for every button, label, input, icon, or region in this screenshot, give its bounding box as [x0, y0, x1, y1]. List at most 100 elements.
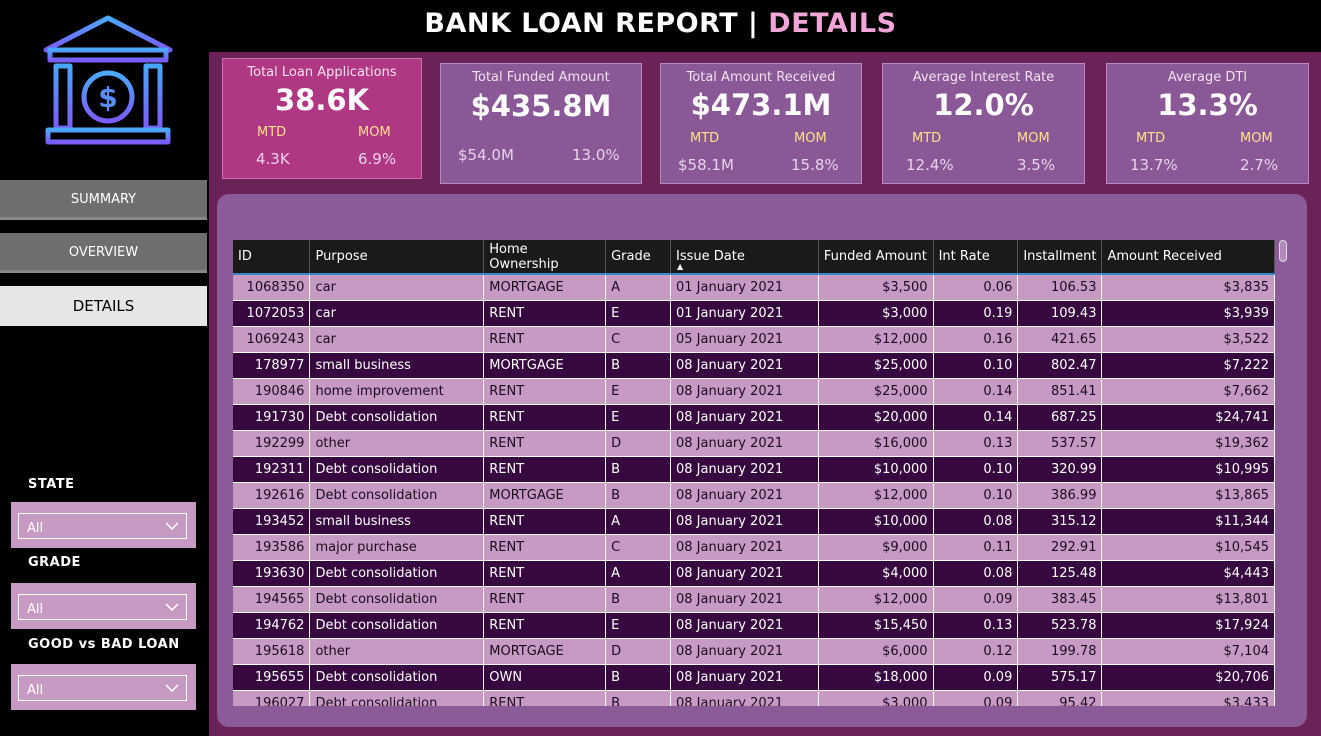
kpi-average-dti[interactable]: Average DTI 13.3% MTD MOM 13.7% 2.7% — [1106, 63, 1309, 184]
nav-summary-button[interactable]: SUMMARY — [0, 180, 207, 220]
column-header-home-ownership[interactable]: Home Ownership — [483, 240, 607, 274]
details-table-panel: ID Purpose Home Ownership Grade Issue Date ▲ F… — [217, 194, 1307, 727]
table-row[interactable]: 190846 home improvement RENT E 08 January 20… — [233, 378, 1275, 405]
table-cell-int-rate: 0.08 — [933, 560, 1019, 587]
kpi-mtd-value: $54.0M — [458, 146, 514, 164]
table-row[interactable]: 1068350 car MORTGAGE A 01 January 2021 $3,500… — [233, 274, 1275, 301]
table-cell-id: 1069243 — [233, 326, 311, 353]
table-cell-home-ownership: RENT — [483, 560, 607, 587]
column-header-installment[interactable]: Installment — [1017, 240, 1103, 274]
table-row[interactable]: 192299 other RENT D 08 January 2021 $16,000 0.… — [233, 430, 1275, 457]
table-cell-funded-amount: $9,000 — [818, 534, 934, 561]
table-cell-amount-received: $17,924 — [1101, 612, 1275, 639]
table-cell-amount-received: $13,801 — [1101, 586, 1275, 613]
table-row[interactable]: 193586 major purchase RENT C 08 January 2021… — [233, 534, 1275, 561]
nav-details-button[interactable]: DETAILS — [0, 286, 207, 326]
table-cell-grade: E — [605, 378, 671, 405]
kpi-total-funded-amount[interactable]: Total Funded Amount $435.8M $54.0M 13.0% — [440, 63, 642, 184]
table-row[interactable]: 192311 Debt consolidation RENT B 08 January … — [233, 456, 1275, 483]
chevron-down-icon — [165, 603, 179, 612]
table-row[interactable]: 195618 other MORTGAGE D 08 January 2021 $6,00… — [233, 638, 1275, 665]
table-cell-id: 192616 — [233, 482, 311, 509]
grade-filter-label: GRADE — [28, 555, 81, 570]
loan-filter-label: GOOD vs BAD LOAN — [28, 637, 180, 652]
table-cell-installment: 125.48 — [1017, 560, 1103, 587]
table-cell-funded-amount: $3,000 — [818, 300, 934, 327]
table-row[interactable]: 191730 Debt consolidation RENT E 08 January … — [233, 404, 1275, 431]
grade-dropdown[interactable]: All — [18, 594, 187, 620]
table-cell-home-ownership: RENT — [483, 586, 607, 613]
kpi-value: $435.8M — [470, 89, 612, 123]
table-cell-grade: B — [605, 352, 671, 379]
table-cell-installment: 292.91 — [1017, 534, 1103, 561]
column-header-amount-received[interactable]: Amount Received — [1101, 240, 1275, 274]
table-cell-home-ownership: MORTGAGE — [483, 482, 607, 509]
kpi-mtd-value: 4.3K — [256, 150, 290, 168]
table-row[interactable]: 1069243 car RENT C 05 January 2021 $12,000 0.1… — [233, 326, 1275, 353]
table-cell-home-ownership: RENT — [483, 456, 607, 483]
kpi-mom-value: 13.0% — [572, 146, 620, 164]
table-cell-purpose: home improvement — [309, 378, 485, 405]
kpi-total-loan-applications[interactable]: Total Loan Applications 38.6K MTD MOM 4.… — [222, 58, 422, 179]
kpi-title: Average Interest Rate — [912, 70, 1055, 85]
table-row[interactable]: 178977 small business MORTGAGE B 08 January … — [233, 352, 1275, 379]
column-header-purpose[interactable]: Purpose — [309, 240, 485, 274]
column-header-issue-date[interactable]: Issue Date ▲ — [670, 240, 819, 274]
kpi-average-interest-rate[interactable]: Average Interest Rate 12.0% MTD MOM 12.4… — [882, 63, 1085, 184]
table-row[interactable]: 195655 Debt consolidation OWN B 08 January 2… — [233, 664, 1275, 691]
kpi-title: Total Loan Applications — [247, 65, 397, 80]
table-cell-int-rate: 0.11 — [933, 534, 1019, 561]
kpi-mom-label: MOM — [358, 125, 391, 140]
table-scrollbar[interactable] — [1279, 240, 1287, 706]
table-cell-grade: B — [605, 456, 671, 483]
table-cell-issue-date: 01 January 2021 — [670, 274, 819, 301]
kpi-value: 38.6K — [274, 83, 370, 117]
table-cell-id: 192311 — [233, 456, 311, 483]
column-header-id[interactable]: ID — [233, 240, 311, 274]
loan-dropdown[interactable]: All — [18, 675, 187, 701]
table-cell-amount-received: $3,939 — [1101, 300, 1275, 327]
table-cell-int-rate: 0.13 — [933, 612, 1019, 639]
table-cell-id: 1068350 — [233, 274, 311, 301]
column-header-grade[interactable]: Grade — [605, 240, 671, 274]
sort-ascending-icon: ▲ — [677, 262, 684, 271]
column-header-int-rate[interactable]: Int Rate — [933, 240, 1019, 274]
table-cell-id: 195655 — [233, 664, 311, 691]
grade-dropdown-value: All — [27, 602, 44, 617]
chevron-down-icon — [165, 522, 179, 531]
table-cell-grade: D — [605, 430, 671, 457]
table-row[interactable]: 194565 Debt consolidation RENT B 08 January … — [233, 586, 1275, 613]
table-row[interactable]: 194762 Debt consolidation RENT E 08 January … — [233, 612, 1275, 639]
table-cell-installment: 537.57 — [1017, 430, 1103, 457]
table-body: 1068350 car MORTGAGE A 01 January 2021 $3,500… — [233, 274, 1275, 706]
table-cell-amount-received: $7,662 — [1101, 378, 1275, 405]
table-cell-issue-date: 08 January 2021 — [670, 612, 819, 639]
table-row[interactable]: 192616 Debt consolidation MORTGAGE B 08 Janu… — [233, 482, 1275, 509]
table-cell-funded-amount: $10,000 — [818, 508, 934, 535]
table-cell-grade: E — [605, 300, 671, 327]
table-cell-home-ownership: MORTGAGE — [483, 638, 607, 665]
table-row[interactable]: 196027 Debt consolidation RENT B 08 January … — [233, 690, 1275, 706]
table-cell-installment: 383.45 — [1017, 586, 1103, 613]
table-cell-home-ownership: RENT — [483, 326, 607, 353]
nav-overview-button[interactable]: OVERVIEW — [0, 233, 207, 273]
chevron-down-icon — [165, 684, 179, 693]
table-row[interactable]: 193452 small business RENT A 08 January 2021… — [233, 508, 1275, 535]
table-cell-amount-received: $20,706 — [1101, 664, 1275, 691]
kpi-total-amount-received[interactable]: Total Amount Received $473.1M MTD MOM $5… — [660, 63, 862, 184]
table-row[interactable]: 1072053 car RENT E 01 January 2021 $3,000 0.19… — [233, 300, 1275, 327]
table-cell-issue-date: 08 January 2021 — [670, 586, 819, 613]
table-cell-int-rate: 0.08 — [933, 508, 1019, 535]
table-cell-int-rate: 0.14 — [933, 404, 1019, 431]
sidebar: $ SUMMARY OVERVIEW DETAILS STATE All GRA… — [0, 0, 209, 736]
kpi-mom-label: MOM — [1017, 131, 1050, 146]
state-dropdown[interactable]: All — [18, 513, 187, 539]
table-cell-id: 178977 — [233, 352, 311, 379]
column-header-funded-amount[interactable]: Funded Amount — [818, 240, 934, 274]
table-cell-funded-amount: $4,000 — [818, 560, 934, 587]
scrollbar-thumb[interactable] — [1279, 240, 1287, 262]
table-cell-installment: 320.99 — [1017, 456, 1103, 483]
table-row[interactable]: 193630 Debt consolidation RENT A 08 January … — [233, 560, 1275, 587]
table-cell-home-ownership: RENT — [483, 508, 607, 535]
table-cell-installment: 386.99 — [1017, 482, 1103, 509]
